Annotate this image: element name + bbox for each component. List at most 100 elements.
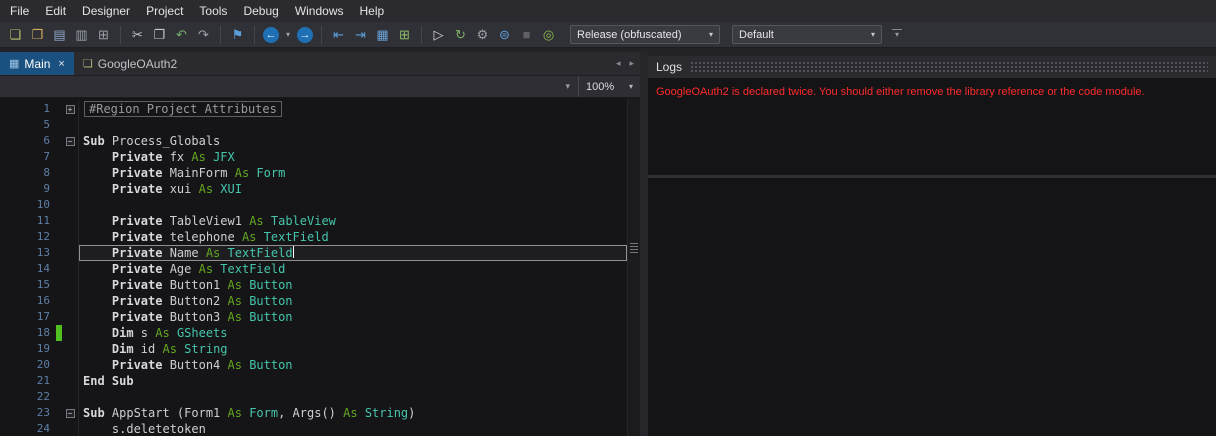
logs-title: Logs — [656, 60, 682, 74]
code-line-7[interactable]: 7 Private fx As JFX — [0, 149, 627, 165]
pane-splitter[interactable] — [640, 52, 648, 436]
code-text: Sub AppStart (Form1 As Form, Args() As S… — [79, 405, 627, 421]
code-line-6[interactable]: 6−Sub Process_Globals — [0, 133, 627, 149]
line-number: 22 — [0, 389, 56, 405]
code-line-10[interactable]: 10 — [0, 197, 627, 213]
editor-vertical-scrollbar[interactable] — [627, 98, 640, 436]
open-icon[interactable]: ❒ — [28, 25, 47, 44]
modules-icon[interactable]: ⊞ — [94, 25, 113, 44]
fold-expand-icon[interactable]: + — [62, 101, 79, 117]
fold-gutter — [62, 117, 79, 133]
line-number: 13 — [0, 245, 56, 261]
close-tab-icon[interactable]: × — [58, 58, 64, 70]
tab-scroll-left-icon[interactable]: ◂ — [616, 58, 621, 69]
deploy-icon[interactable]: ⊜ — [495, 25, 514, 44]
code-module-icon: ❏ — [83, 57, 93, 70]
line-number: 1 — [0, 101, 56, 117]
stop-icon[interactable]: ■ — [517, 25, 536, 44]
redo-icon[interactable]: ↷ — [194, 25, 213, 44]
code-line-12[interactable]: 12 Private telephone As TextField — [0, 229, 627, 245]
code-line-23[interactable]: 23−Sub AppStart (Form1 As Form, Args() A… — [0, 405, 627, 421]
fold-collapse-icon[interactable]: − — [62, 133, 79, 149]
menu-item-project[interactable]: Project — [138, 1, 191, 21]
fold-gutter — [62, 165, 79, 181]
sub-navigator-select[interactable]: ▾ — [0, 76, 578, 97]
code-line-16[interactable]: 16 Private Button2 As Button — [0, 293, 627, 309]
save-icon[interactable]: ▤ — [50, 25, 69, 44]
line-number: 9 — [0, 181, 56, 197]
compile-icon[interactable]: ↻ — [451, 25, 470, 44]
code-line-19[interactable]: 19 Dim id As String — [0, 341, 627, 357]
toolbar-separator — [321, 26, 322, 44]
clean-icon[interactable]: ◎ — [539, 25, 558, 44]
run-icon[interactable]: ▷ — [429, 25, 448, 44]
bookmark-icon[interactable]: ⚑ — [228, 25, 247, 44]
fold-gutter — [62, 181, 79, 197]
fold-collapse-icon[interactable]: − — [62, 405, 79, 421]
line-number: 17 — [0, 309, 56, 325]
fold-gutter — [62, 213, 79, 229]
code-line-14[interactable]: 14 Private Age As TextField — [0, 261, 627, 277]
logs-panel: Logs GoogleOAuth2 is declared twice. You… — [648, 52, 1216, 436]
code-line-24[interactable]: 24 s.deletetoken — [0, 421, 627, 436]
new-icon[interactable]: ❏ — [6, 25, 25, 44]
code-line-18[interactable]: 18 Dim s As GSheets — [0, 325, 627, 341]
line-number: 24 — [0, 421, 56, 436]
code-line-15[interactable]: 15 Private Button1 As Button — [0, 277, 627, 293]
back-history-chevron-icon[interactable]: ▾ — [283, 25, 293, 44]
chevron-down-icon: ▾ — [565, 81, 570, 92]
menu-item-edit[interactable]: Edit — [37, 1, 74, 21]
code-text: Private xui As XUI — [79, 181, 627, 197]
line-number: 21 — [0, 373, 56, 389]
code-text: Private Button3 As Button — [79, 309, 627, 325]
code-text: Private fx As JFX — [79, 149, 627, 165]
visual-designer-icon[interactable]: ⊞ — [395, 25, 414, 44]
code-line-1[interactable]: 1+#Region Project Attributes — [0, 101, 627, 117]
navigate-back-icon[interactable]: ← — [263, 27, 279, 43]
undo-icon[interactable]: ↶ — [172, 25, 191, 44]
build-configuration-select[interactable]: Release (obfuscated) ▾ — [570, 25, 720, 44]
toolbar-overflow-button[interactable]: ▾ — [892, 29, 902, 41]
zoom-select[interactable]: 100% ▾ — [578, 76, 640, 97]
outdent-icon[interactable]: ⇤ — [329, 25, 348, 44]
menu-item-help[interactable]: Help — [352, 1, 393, 21]
code-text: Private telephone As TextField — [79, 229, 627, 245]
code-line-11[interactable]: 11 Private TableView1 As TableView — [0, 213, 627, 229]
code-line-17[interactable]: 17 Private Button3 As Button — [0, 309, 627, 325]
code-text: Private Button4 As Button — [79, 357, 627, 373]
line-number: 12 — [0, 229, 56, 245]
run-configuration-select[interactable]: Default ▾ — [732, 25, 882, 44]
menu-item-designer[interactable]: Designer — [74, 1, 138, 21]
code-text: Dim s As GSheets — [79, 325, 627, 341]
layout-icon: ▦ — [9, 57, 19, 70]
line-number: 19 — [0, 341, 56, 357]
tab-scroll-right-icon[interactable]: ▸ — [629, 58, 634, 69]
logs-panel-header[interactable]: Logs — [648, 56, 1216, 78]
designer-icon[interactable]: ▦ — [373, 25, 392, 44]
menu-item-file[interactable]: File — [2, 1, 37, 21]
code-line-13[interactable]: 13 Private Name As TextField — [0, 245, 627, 261]
cut-icon[interactable]: ✂ — [128, 25, 147, 44]
code-text — [79, 197, 627, 213]
code-line-20[interactable]: 20 Private Button4 As Button — [0, 357, 627, 373]
tab-googleoauth2[interactable]: ❏GoogleOAuth2 — [74, 52, 186, 75]
code-line-22[interactable]: 22 — [0, 389, 627, 405]
code-line-9[interactable]: 9 Private xui As XUI — [0, 181, 627, 197]
menu-item-tools[interactable]: Tools — [191, 1, 235, 21]
build-settings-icon[interactable]: ⚙ — [473, 25, 492, 44]
scrollbar-caret-marker — [630, 243, 638, 253]
tab-label: Main — [24, 57, 50, 71]
navigate-forward-icon[interactable]: → — [297, 27, 313, 43]
indent-icon[interactable]: ⇥ — [351, 25, 370, 44]
tab-main[interactable]: ▦ Main × — [0, 52, 74, 75]
toolbar: ❏❒▤▥⊞✂❐↶↷⚑←▾→⇤⇥▦⊞▷↻⚙⊜■◎ Release (obfusca… — [0, 22, 1216, 48]
menu-item-debug[interactable]: Debug — [235, 1, 286, 21]
menu-item-windows[interactable]: Windows — [287, 1, 352, 21]
line-number: 15 — [0, 277, 56, 293]
paste-icon[interactable]: ❐ — [150, 25, 169, 44]
toolbar-separator — [120, 26, 121, 44]
code-line-21[interactable]: 21End Sub — [0, 373, 627, 389]
save-all-icon[interactable]: ▥ — [72, 25, 91, 44]
code-line-5[interactable]: 5 — [0, 117, 627, 133]
code-line-8[interactable]: 8 Private MainForm As Form — [0, 165, 627, 181]
